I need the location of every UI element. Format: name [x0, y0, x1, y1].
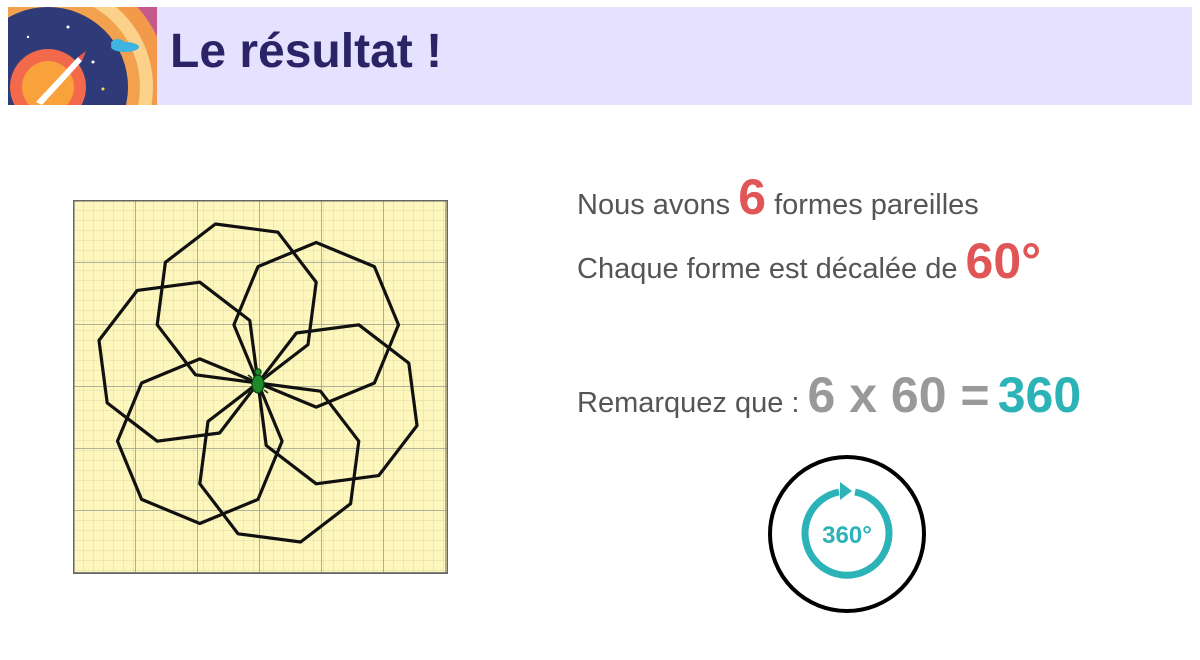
page-title: Le résultat !: [170, 25, 443, 78]
rotation-badge-text: 360°: [822, 522, 872, 549]
shape-count-value: 6: [738, 169, 767, 225]
remark-label: Remarquez que :: [577, 387, 800, 419]
statement-shape-count: Nous avons 6 formes pareilles: [577, 168, 979, 226]
statement-equation: Remarquez que : 6 x 60 = 360: [577, 366, 1081, 424]
space-rocket-logo: [8, 7, 157, 105]
statement-text: Chaque forme est décalée de: [577, 253, 958, 285]
statement-text: Nous avons: [577, 189, 731, 221]
statement-text: formes pareilles: [774, 189, 979, 221]
statement-offset-angle: Chaque forme est décalée de 60°: [577, 232, 1041, 290]
turtle-drawing-canvas: [73, 200, 448, 574]
equation-left: 6 x 60 =: [807, 367, 990, 423]
offset-angle-value: 60°: [965, 233, 1042, 289]
rotation-360-icon: 360°: [766, 453, 928, 615]
equation-result: 360: [997, 367, 1082, 423]
